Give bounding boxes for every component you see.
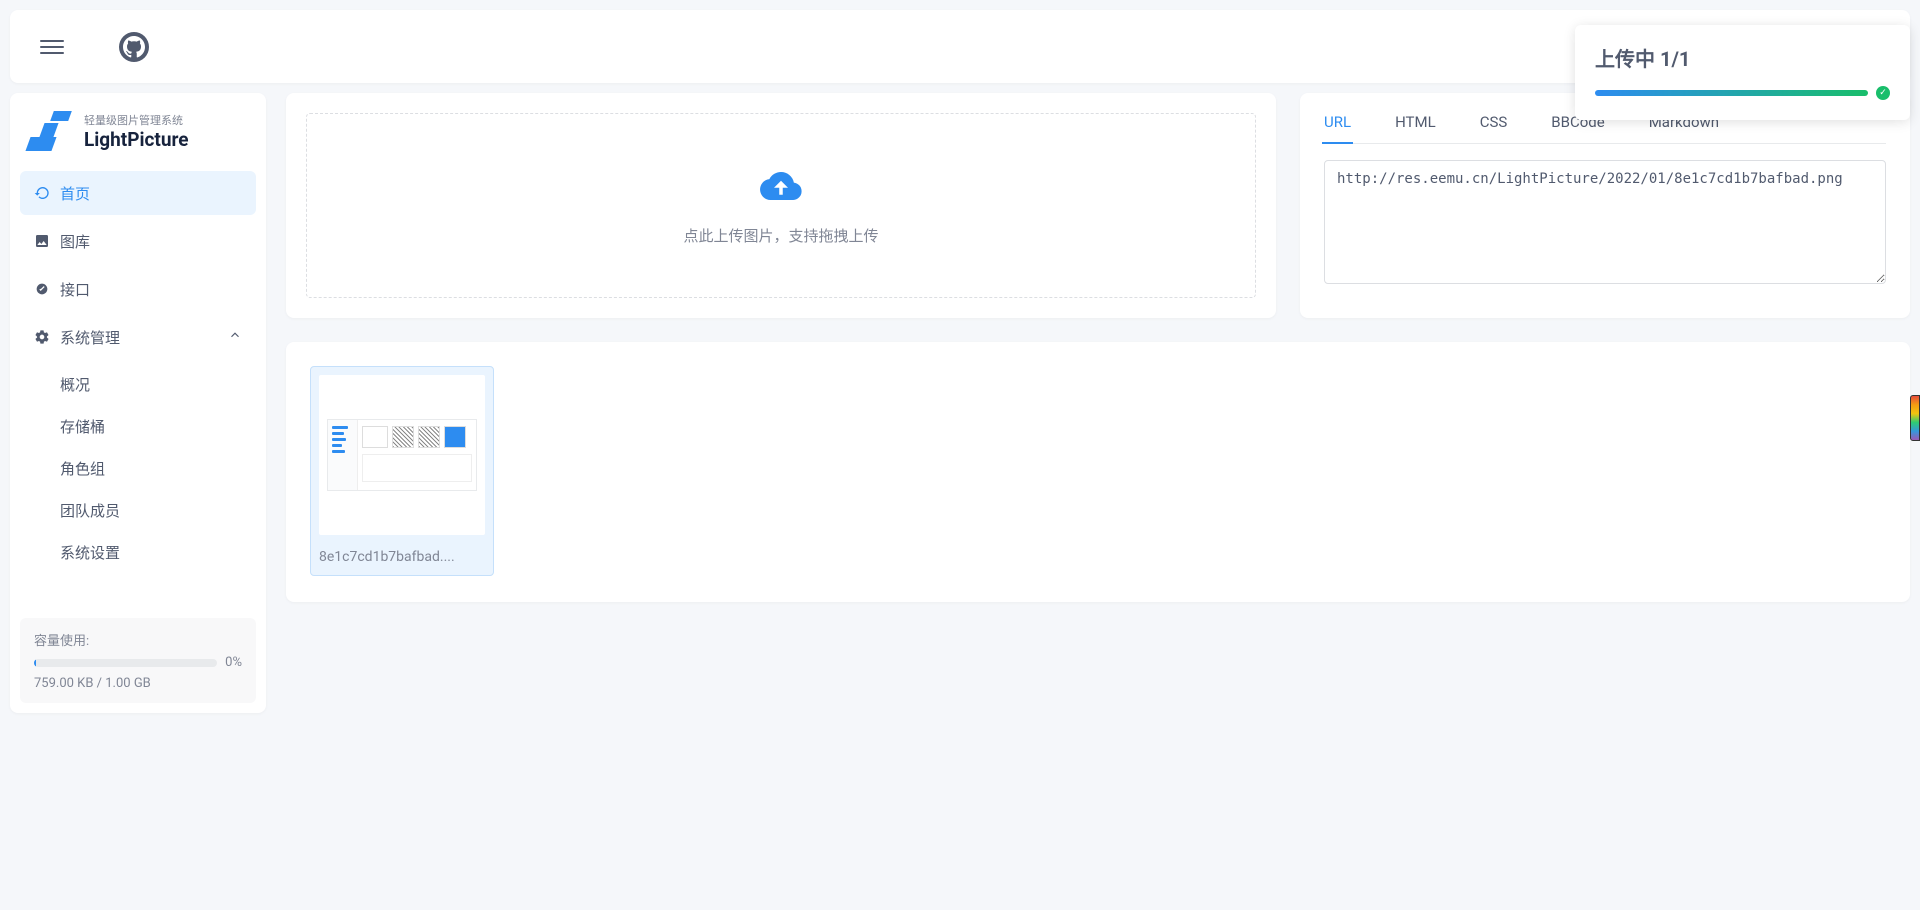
sidebar-item-system[interactable]: 系统管理 (20, 315, 256, 359)
topbar: 上传中 1/1 ✓ (10, 10, 1910, 83)
api-icon (34, 281, 50, 297)
upload-toast-title: 上传中 1/1 (1595, 43, 1890, 72)
sidebar-item-gallery[interactable]: 图库 (20, 219, 256, 263)
tab-url[interactable]: URL (1324, 113, 1351, 143)
logo-icon (28, 111, 76, 151)
github-icon (123, 36, 145, 58)
main-content: 点此上传图片，支持拖拽上传 URL HTML CSS BBCode Markdo… (286, 93, 1910, 713)
sidebar-item-label: 接口 (60, 279, 90, 300)
tab-css[interactable]: CSS (1480, 113, 1508, 143)
github-link[interactable] (119, 32, 149, 62)
upload-card: 点此上传图片，支持拖拽上传 (286, 93, 1276, 318)
storage-usage-text: 759.00 KB / 1.00 GB (34, 676, 242, 691)
link-card: URL HTML CSS BBCode Markdown (1300, 93, 1910, 318)
progress-bar (1595, 90, 1868, 96)
cloud-upload-icon (754, 165, 808, 207)
storage-percent: 0% (225, 655, 242, 670)
recent-gallery: 8e1c7cd1b7bafbad.... (286, 342, 1910, 602)
logo-subtitle: 轻量级图片管理系统 (84, 112, 189, 128)
sidebar-sub-team[interactable]: 团队成员 (60, 489, 256, 531)
tab-html[interactable]: HTML (1395, 113, 1436, 143)
chevron-up-icon (228, 328, 242, 346)
logo-title: LightPicture (84, 128, 189, 151)
sidebar-item-label: 首页 (60, 183, 90, 204)
logo: 轻量级图片管理系统 LightPicture (20, 111, 256, 171)
sidebar-sub-overview[interactable]: 概况 (60, 363, 256, 405)
storage-label: 容量使用: (34, 630, 242, 649)
dashboard-icon (34, 185, 50, 201)
gear-icon (34, 329, 50, 345)
gallery-item[interactable]: 8e1c7cd1b7bafbad.... (310, 366, 494, 576)
image-icon (34, 233, 50, 249)
sidebar-submenu-system: 概况 存储桶 角色组 团队成员 系统设置 (20, 363, 256, 573)
sidebar-item-home[interactable]: 首页 (20, 171, 256, 215)
check-icon: ✓ (1876, 86, 1890, 100)
upload-toast-progress: ✓ (1595, 86, 1890, 100)
nav-menu: 首页 图库 接口 系统管理 概况 存储桶 角色组 团队成员 系统设置 (20, 171, 256, 618)
link-output-textarea[interactable] (1324, 160, 1886, 284)
upload-progress-toast: 上传中 1/1 ✓ (1575, 25, 1910, 120)
storage-usage-panel: 容量使用: 0% 759.00 KB / 1.00 GB (20, 618, 256, 703)
sidebar: 轻量级图片管理系统 LightPicture 首页 图库 接口 系统管理 (10, 93, 266, 713)
menu-toggle-button[interactable] (40, 35, 64, 59)
storage-progress-bar (34, 659, 217, 667)
sidebar-sub-settings[interactable]: 系统设置 (60, 531, 256, 573)
feedback-widget[interactable] (1910, 395, 1920, 441)
upload-dropzone[interactable]: 点此上传图片，支持拖拽上传 (306, 113, 1256, 298)
sidebar-item-label: 系统管理 (60, 327, 120, 348)
sidebar-item-api[interactable]: 接口 (20, 267, 256, 311)
thumbnail-image (319, 375, 485, 535)
thumbnail-filename: 8e1c7cd1b7bafbad.... (319, 549, 485, 565)
sidebar-sub-roles[interactable]: 角色组 (60, 447, 256, 489)
sidebar-sub-bucket[interactable]: 存储桶 (60, 405, 256, 447)
upload-hint: 点此上传图片，支持拖拽上传 (683, 225, 878, 246)
sidebar-item-label: 图库 (60, 231, 90, 252)
